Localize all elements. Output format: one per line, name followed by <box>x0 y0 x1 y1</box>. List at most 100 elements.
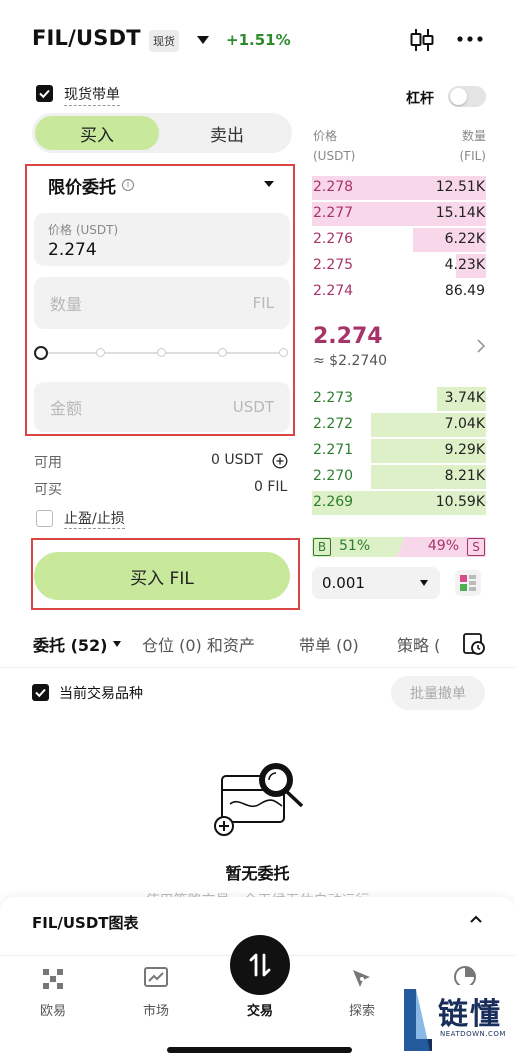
tab-copy-trading[interactable]: 带单 (0) <box>299 632 359 656</box>
slider-step-25[interactable] <box>96 348 105 357</box>
ask-price: 2.274 <box>313 283 354 299</box>
ask-qty: 86.49 <box>444 283 485 299</box>
tab-positions[interactable]: 仓位 (0) 和资产 <box>142 632 255 656</box>
price-value: 2.274 <box>48 240 97 260</box>
available-label: 可用 <box>34 455 62 471</box>
order-history-icon[interactable] <box>462 632 486 656</box>
ask-price: 2.277 <box>313 205 354 221</box>
nav-item-explore[interactable]: 探索 <box>332 1000 392 1019</box>
pair-title[interactable]: FIL/USDT <box>32 26 141 50</box>
watermark-url: NEATDOWN.COM <box>440 1030 506 1038</box>
buy-submit-button[interactable]: 买入 FIL <box>34 552 290 600</box>
ask-row[interactable]: 2.274 86.49 <box>312 279 486 305</box>
ask-qty: 4.23K <box>444 257 485 273</box>
chevron-up-icon[interactable] <box>469 914 483 924</box>
tab-buy[interactable]: 买入 <box>35 116 159 150</box>
sell-ratio-badge: S <box>467 538 485 556</box>
watermark-brand: 链懂 <box>438 997 502 1032</box>
amount-field[interactable]: 金额 USDT <box>34 382 290 432</box>
ob-qty-header: 数量 (FIL) <box>436 126 487 166</box>
chevron-down-icon[interactable] <box>113 641 121 647</box>
ask-row[interactable]: 2.276 6.22K <box>312 227 486 253</box>
depth-precision-select[interactable]: 0.001 <box>312 567 440 599</box>
bid-price: 2.271 <box>313 442 354 458</box>
slider-step-50[interactable] <box>157 348 166 357</box>
bid-price: 2.272 <box>313 416 354 432</box>
add-funds-icon[interactable] <box>272 453 288 469</box>
batch-cancel-button[interactable]: 批量撤单 <box>391 676 485 710</box>
sell-ratio: 49% <box>427 538 459 554</box>
watermark-logo-icon <box>404 989 432 1051</box>
pair-dropdown-icon[interactable] <box>197 36 209 44</box>
ask-qty: 6.22K <box>444 231 485 247</box>
can-buy-label: 可买 <box>34 482 62 498</box>
bid-price: 2.273 <box>313 390 354 406</box>
bid-row[interactable]: 2.270 8.21K <box>312 464 486 490</box>
leverage-label: 杠杆 <box>406 91 434 107</box>
order-type-select[interactable]: 限价委托 i <box>34 168 290 202</box>
bid-price: 2.270 <box>313 468 354 484</box>
slider-step-100[interactable] <box>279 348 288 357</box>
nav-item-trade[interactable]: 交易 <box>230 1000 290 1019</box>
leverage-toggle[interactable] <box>448 86 486 107</box>
tab-orders[interactable]: 委托 (52) <box>33 632 107 656</box>
order-type-label: 限价委托 <box>48 177 116 198</box>
nav-item-market[interactable]: 市场 <box>126 1000 186 1019</box>
quantity-field[interactable]: 数量 FIL <box>34 277 290 329</box>
tab-strategy[interactable]: 策略 ( <box>397 632 445 656</box>
ask-price: 2.275 <box>313 257 354 273</box>
orderbook-layout-icon[interactable] <box>455 570 481 596</box>
tpsl-checkbox[interactable] <box>36 510 53 527</box>
current-pair-checkbox[interactable] <box>32 684 49 701</box>
ask-row[interactable]: 2.278 12.51K <box>312 175 486 201</box>
bid-qty: 7.04K <box>444 416 485 432</box>
amount-unit: USDT <box>232 398 274 416</box>
info-icon[interactable]: i <box>122 179 134 191</box>
depth-precision-value: 0.001 <box>322 574 365 592</box>
tpsl-label: 止盈/止损 <box>64 508 125 529</box>
bid-qty: 3.74K <box>444 390 485 406</box>
ask-qty: 15.14K <box>435 205 485 221</box>
watermark: 链懂 NEATDOWN.COM <box>400 985 512 1057</box>
chevron-right-icon[interactable] <box>476 338 486 354</box>
last-price[interactable]: 2.274 <box>313 324 383 349</box>
last-price-usd: ≈ $2.2740 <box>313 353 388 369</box>
ask-row[interactable]: 2.277 15.14K <box>312 201 486 227</box>
slider-step-75[interactable] <box>218 348 227 357</box>
ob-price-header-label: 价格 <box>313 129 338 143</box>
swap-arrows-icon <box>249 953 271 977</box>
buy-sell-ratio-bar: B 51% 49% S <box>312 537 486 557</box>
trade-fab-button[interactable] <box>230 935 290 995</box>
explore-compass-icon <box>353 970 370 987</box>
tab-sell[interactable]: 卖出 <box>165 116 289 150</box>
ob-qty-header-unit: (FIL) <box>459 149 487 163</box>
spot-copy-label: 现货带单 <box>64 84 120 106</box>
bid-row[interactable]: 2.273 3.74K <box>312 386 486 412</box>
ask-qty: 12.51K <box>435 179 485 195</box>
price-field[interactable]: 价格 (USDT) 2.274 <box>34 213 290 266</box>
bid-row[interactable]: 2.271 9.29K <box>312 438 486 464</box>
ask-price: 2.276 <box>313 231 354 247</box>
bid-price: 2.269 <box>313 494 354 510</box>
buy-ratio: 51% <box>339 538 371 554</box>
bid-row[interactable]: 2.269 10.59K <box>312 490 486 516</box>
tabs-divider <box>0 667 515 668</box>
chevron-down-icon <box>264 181 274 187</box>
nav-item-home[interactable]: 欧易 <box>23 1000 83 1019</box>
amount-placeholder: 金额 <box>50 399 83 418</box>
more-icon[interactable] <box>456 34 484 44</box>
spot-copy-checkbox[interactable] <box>36 85 53 102</box>
price-field-label: 价格 (USDT) <box>48 223 119 237</box>
amount-slider-thumb[interactable] <box>34 346 48 360</box>
bid-qty: 8.21K <box>444 468 485 484</box>
ob-price-header: 价格 (USDT) <box>313 126 355 166</box>
empty-orders-title: 暂无委托 <box>225 864 290 883</box>
available-value: 0 USDT <box>211 452 263 468</box>
ask-row[interactable]: 2.275 4.23K <box>312 253 486 279</box>
buy-ratio-badge: B <box>313 538 331 556</box>
candlestick-chart-icon[interactable] <box>408 26 436 54</box>
price-change: +1.51% <box>226 31 291 49</box>
quantity-placeholder: 数量 <box>50 295 83 314</box>
bid-row[interactable]: 2.272 7.04K <box>312 412 486 438</box>
quantity-unit: FIL <box>252 294 274 312</box>
